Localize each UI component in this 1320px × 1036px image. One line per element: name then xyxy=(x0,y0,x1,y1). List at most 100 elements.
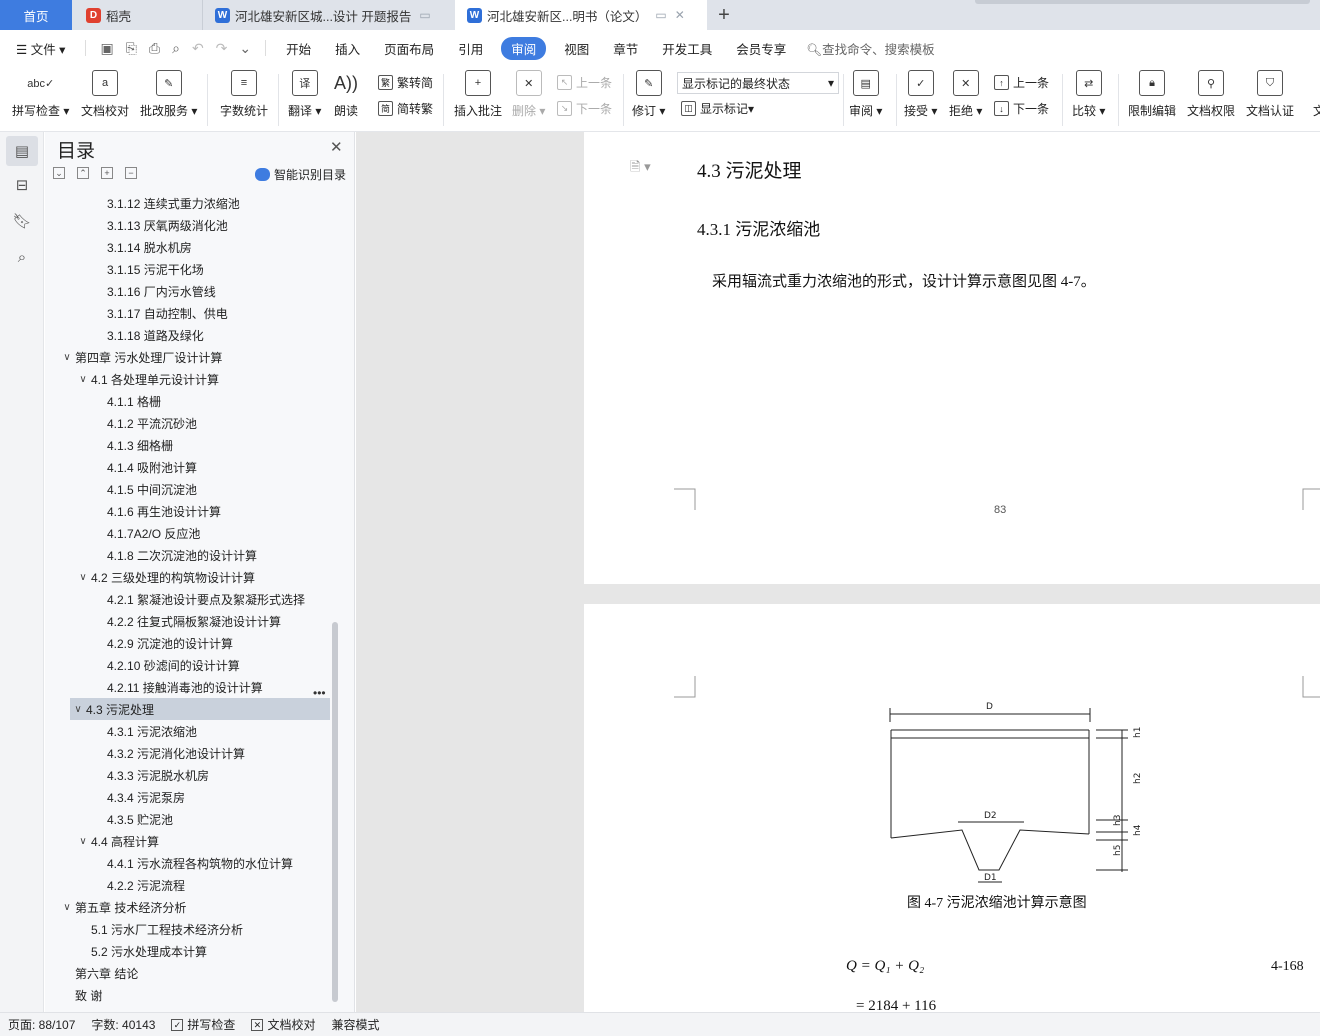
compare-button[interactable]: ⇄ 比较 ▾ xyxy=(1072,70,1105,119)
word-count-button[interactable]: ≡ 字数统计 xyxy=(220,70,268,119)
command-search[interactable]: 🔍︎查找命令、搜索模板 xyxy=(806,39,934,58)
chevron-down-icon[interactable]: ∨ xyxy=(59,352,75,363)
restrict-edit-button[interactable]: 🔒︎ 限制编辑 xyxy=(1128,70,1176,119)
toc-item[interactable]: 4.3.4 污泥泵房 xyxy=(91,786,185,808)
collapse-all-icon[interactable]: ⌄ xyxy=(53,167,65,179)
tab-daoke[interactable]: D 稻壳 xyxy=(72,0,202,30)
toc-item[interactable]: 4.1.2 平流沉砂池 xyxy=(91,412,197,434)
doc-proof-button[interactable]: a 文档校对 xyxy=(81,70,129,119)
doc-permission-button[interactable]: ⚲ 文档权限 xyxy=(1187,70,1235,119)
toc-item[interactable]: ∨ 第四章 污水处理厂设计计算 xyxy=(59,346,222,368)
customize-dropdown-icon[interactable]: ⌄ xyxy=(239,40,251,57)
doc-proof-toggle[interactable]: ✕ 文档校对 xyxy=(243,1016,323,1033)
menu-view[interactable]: 视图 xyxy=(552,39,601,58)
redo-icon[interactable]: ↷ xyxy=(216,40,228,57)
chevron-down-icon[interactable]: ∨ xyxy=(75,572,91,583)
add-level-icon[interactable]: + xyxy=(101,167,113,179)
remove-level-icon[interactable]: − xyxy=(125,167,137,179)
toc-item[interactable]: 4.2.9 沉淀池的设计计算 xyxy=(91,632,233,654)
menu-section[interactable]: 章节 xyxy=(601,39,650,58)
word-count-indicator[interactable]: 字数: 40143 xyxy=(83,1016,163,1033)
spell-check-button[interactable]: abc✓ 拼写检查 ▾ xyxy=(12,70,69,119)
toc-item[interactable]: 4.1.6 再生池设计计算 xyxy=(91,500,221,522)
more-ribbon-button[interactable]: 文 xyxy=(1306,70,1320,119)
more-options-icon[interactable]: ••• xyxy=(313,686,326,700)
monitor-icon[interactable]: ▭ xyxy=(419,8,430,22)
read-aloud-button[interactable]: A)) 朗读 xyxy=(333,70,359,119)
file-menu[interactable]: ☰ 文件 ▾ xyxy=(0,39,77,58)
prev-comment-button[interactable]: ↖ 上一条 xyxy=(557,74,612,91)
search-icon[interactable]: ⌕ xyxy=(11,246,33,268)
insert-comment-button[interactable]: + 插入批注 xyxy=(454,70,502,119)
toc-item[interactable]: 4.2.11 接触消毒池的设计计算 xyxy=(91,676,263,698)
tab-home[interactable]: 首页 xyxy=(0,0,72,30)
toc-item[interactable]: ∨ 4.4 高程计算 xyxy=(75,830,159,852)
next-change-button[interactable]: ↓ 下一条 xyxy=(994,100,1049,117)
toc-item[interactable]: 4.2.1 絮凝池设计要点及絮凝形式选择 xyxy=(91,588,305,610)
tab-document-thesis[interactable]: W 河北雄安新区...明书（论文） ▭ ✕ xyxy=(455,0,707,30)
toc-item[interactable]: 3.1.16 厂内污水管线 xyxy=(91,280,216,302)
toc-item[interactable]: ∨ 第五章 技术经济分析 xyxy=(59,896,186,918)
toc-item[interactable]: 致 谢 xyxy=(59,984,102,1006)
toc-item[interactable]: 4.1.3 细格栅 xyxy=(91,434,173,456)
toc-item[interactable]: ∨ 4.3 污泥处理 xyxy=(70,698,330,720)
reject-button[interactable]: ✕ 拒绝 ▾ xyxy=(949,70,982,119)
chevron-down-icon[interactable]: ∨ xyxy=(75,836,91,847)
print-preview-icon[interactable]: ⌕ xyxy=(172,40,180,57)
save-icon[interactable]: ▣ xyxy=(100,40,113,57)
batch-service-button[interactable]: ✎ 批改服务 ▾ xyxy=(140,70,197,119)
toc-item[interactable]: 4.1.7A2/O 反应池 xyxy=(91,522,200,544)
toc-item[interactable]: 4.3.3 污泥脱水机房 xyxy=(91,764,209,786)
navigation-icon[interactable]: ⊟ xyxy=(11,174,33,196)
toc-item[interactable]: 4.3.5 贮泥池 xyxy=(91,808,173,830)
show-markup-button[interactable]: ◫ 显示标记 ▾ xyxy=(681,100,754,117)
smart-toc-button[interactable]: 智能识别目录 xyxy=(255,166,346,183)
bookmark-icon[interactable]: 🔖︎ xyxy=(11,210,33,232)
toc-item[interactable]: 3.1.15 污泥干化场 xyxy=(91,258,204,280)
menu-member[interactable]: 会员专享 xyxy=(724,39,798,58)
review-pane-button[interactable]: ▤ 审阅 ▾ xyxy=(849,70,882,119)
toc-item[interactable]: 3.1.12 连续式重力浓缩池 xyxy=(91,192,240,214)
chevron-down-icon[interactable]: ∨ xyxy=(70,704,86,715)
toc-item[interactable]: 4.3.2 污泥消化池设计计算 xyxy=(91,742,245,764)
menu-page-layout[interactable]: 页面布局 xyxy=(372,39,446,58)
spell-check-toggle[interactable]: ✓ 拼写检查 xyxy=(163,1016,243,1033)
print-icon[interactable]: ⎙ xyxy=(149,40,160,57)
expand-all-icon[interactable]: ⌃ xyxy=(77,167,89,179)
chevron-down-icon[interactable]: ∨ xyxy=(59,902,75,913)
monitor-icon[interactable]: ▭ xyxy=(655,8,666,22)
toc-item[interactable]: 4.1.8 二次沉淀池的设计计算 xyxy=(91,544,257,566)
toc-scrollbar[interactable] xyxy=(332,622,338,1002)
chevron-down-icon[interactable]: ∨ xyxy=(75,374,91,385)
toc-item[interactable]: 4.2.2 污泥流程 xyxy=(91,874,185,896)
close-icon[interactable]: ✕ xyxy=(330,138,343,156)
undo-icon[interactable]: ↶ xyxy=(192,40,204,57)
paragraph-options-icon[interactable]: 🗎︎ ▾ xyxy=(630,158,651,180)
doc-cert-button[interactable]: ⛉ 文档认证 xyxy=(1246,70,1294,119)
toc-item[interactable]: 5.1 污水厂工程技术经济分析 xyxy=(75,918,243,940)
menu-references[interactable]: 引用 xyxy=(446,39,495,58)
accept-button[interactable]: ✓ 接受 ▾ xyxy=(904,70,937,119)
tab-document-proposal[interactable]: W 河北雄安新区城...设计 开题报告 ▭ xyxy=(202,0,454,30)
toc-item[interactable]: ∨ 4.1 各处理单元设计计算 xyxy=(75,368,219,390)
toc-item[interactable]: 4.2.2 往复式隔板絮凝池设计计算 xyxy=(91,610,281,632)
new-tab-button[interactable]: + xyxy=(708,0,740,30)
track-changes-button[interactable]: ✎ 修订 ▾ xyxy=(632,70,665,119)
toc-item[interactable]: ∨ 4.2 三级处理的构筑物设计计算 xyxy=(75,566,255,588)
markup-state-select[interactable]: 显示标记的最终状态 ▾ xyxy=(677,72,839,94)
toc-item[interactable]: 4.2.10 砂滤间的设计计算 xyxy=(91,654,240,676)
page-indicator[interactable]: 页面: 88/107 xyxy=(0,1016,83,1033)
toc-item[interactable]: 4.1.5 中间沉淀池 xyxy=(91,478,197,500)
export-icon[interactable]: ⎘ xyxy=(126,40,137,57)
toc-icon[interactable]: ▤ xyxy=(6,136,38,166)
delete-comment-button[interactable]: ✕ 删除 ▾ xyxy=(512,70,545,119)
toc-item[interactable]: 4.4.1 污水流程各构筑物的水位计算 xyxy=(91,852,293,874)
toc-item[interactable]: 4.1.4 吸附池计算 xyxy=(91,456,197,478)
close-icon[interactable]: ✕ xyxy=(675,8,685,22)
simp-to-trad-button[interactable]: 简简转繁 xyxy=(378,100,433,117)
next-comment-button[interactable]: ↘ 下一条 xyxy=(557,100,612,117)
trad-to-simp-button[interactable]: 繁繁转简 xyxy=(378,74,433,91)
menu-start[interactable]: 开始 xyxy=(274,39,323,58)
menu-developer[interactable]: 开发工具 xyxy=(650,39,724,58)
toc-item[interactable]: 5.2 污水处理成本计算 xyxy=(75,940,207,962)
